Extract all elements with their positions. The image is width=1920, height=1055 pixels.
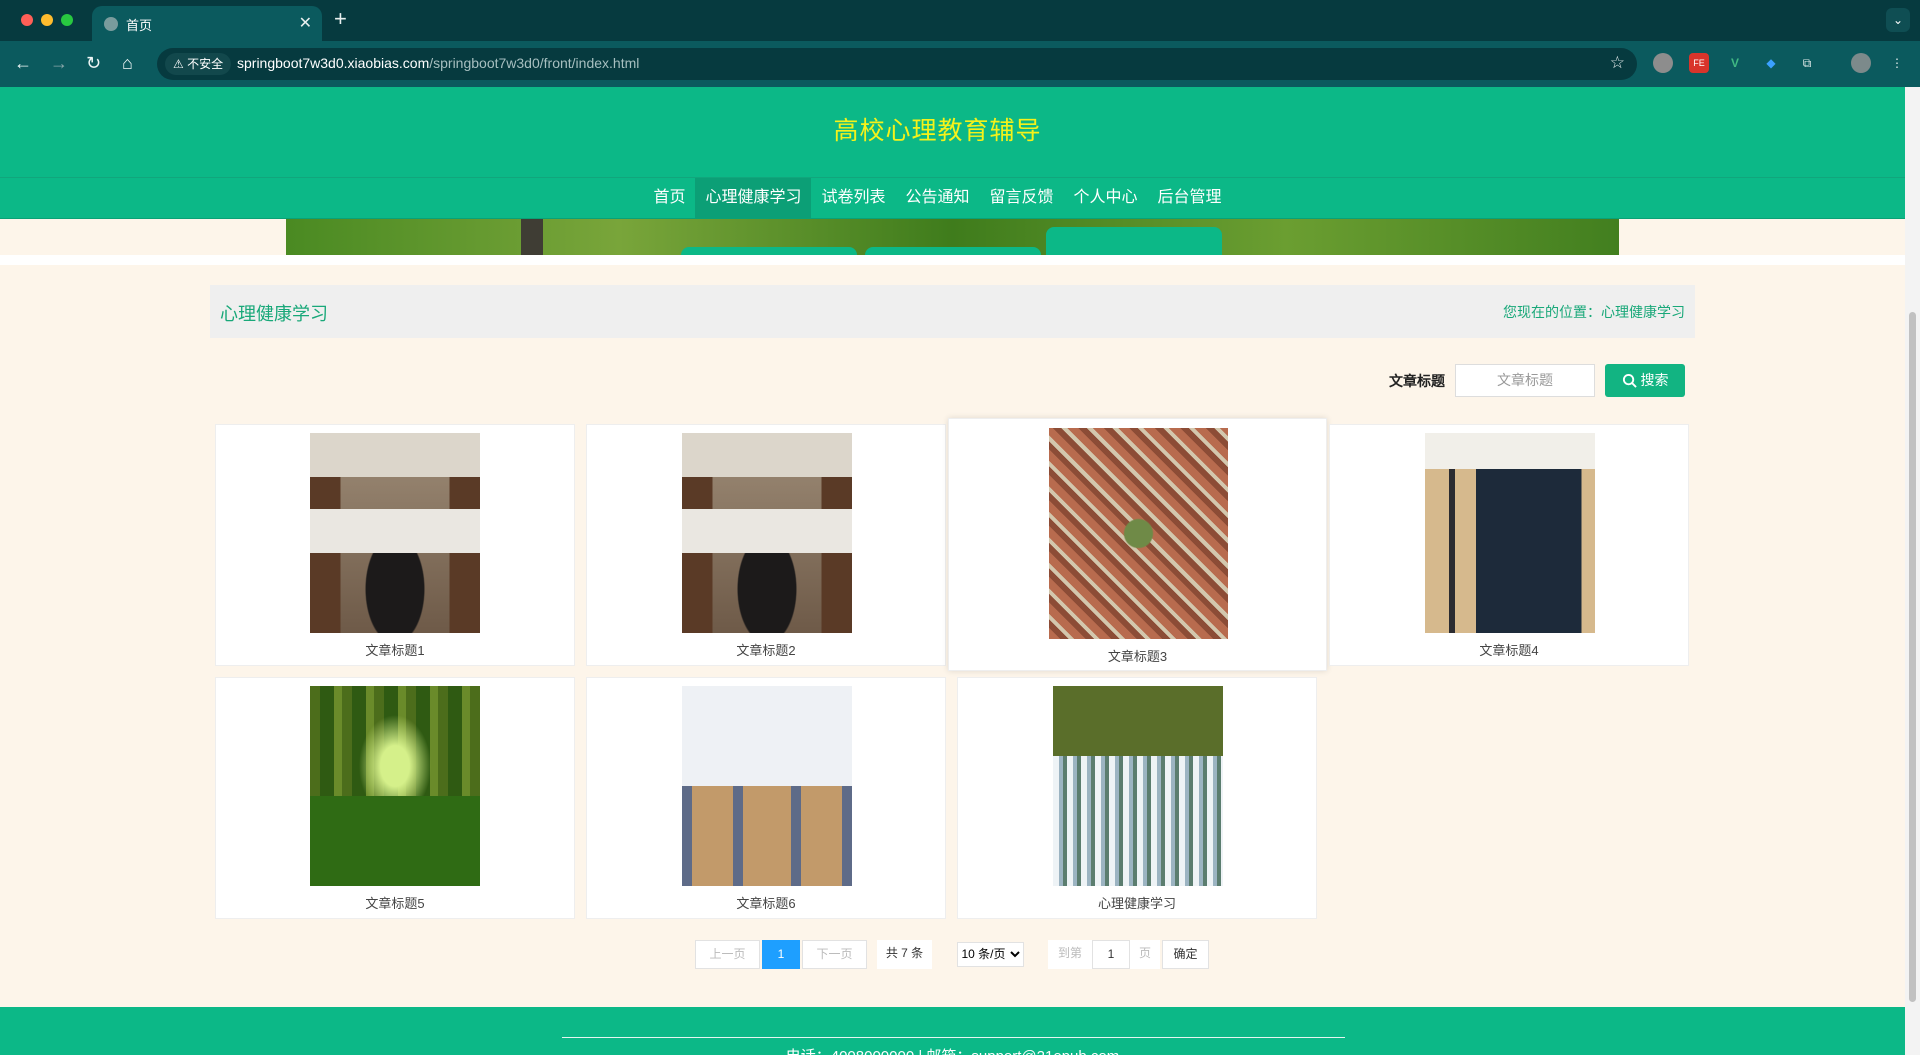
tab-title: 首页	[126, 18, 153, 33]
window-close-button[interactable]	[21, 14, 33, 26]
article-title[interactable]: 文章标题2	[587, 640, 945, 659]
banner-image	[286, 219, 1619, 255]
footer-divider	[562, 1037, 1345, 1038]
scrollbar-thumb[interactable]	[1909, 312, 1916, 1002]
extension-vue-icon[interactable]: V	[1725, 53, 1745, 73]
page-title: 心理健康学习	[220, 304, 328, 324]
bookmark-star-icon[interactable]: ☆	[1610, 53, 1625, 73]
window-maximize-button[interactable]	[61, 14, 73, 26]
insecure-warning-badge[interactable]: ⚠ 不安全	[165, 53, 232, 75]
article-thumbnail[interactable]	[1425, 433, 1595, 633]
globe-icon	[104, 17, 118, 31]
home-icon[interactable]: ⌂	[122, 52, 133, 74]
url-path: /springboot7w3d0/front/index.html	[429, 55, 640, 71]
footer-contact: 电话：4008000000 | 邮箱：support@21epub.com	[0, 1045, 1905, 1055]
browser-menu-icon[interactable]: ⋮	[1887, 53, 1907, 73]
breadcrumb-bar: 心理健康学习 您现在的位置：心理健康学习	[210, 285, 1695, 338]
site-footer: 电话：4008000000 | 邮箱：support@21epub.com	[0, 1007, 1905, 1055]
site-title: 高校心理教育辅导	[833, 117, 1042, 145]
page-number-current[interactable]: 1	[762, 940, 800, 969]
extension-fe-icon[interactable]: FE	[1689, 53, 1709, 73]
article-thumbnail[interactable]	[310, 433, 480, 633]
banner-tab-shape	[1046, 227, 1222, 255]
banner-tree-trunk	[521, 219, 543, 255]
banner-tab-shape	[681, 247, 857, 255]
breadcrumb[interactable]: 您现在的位置：心理健康学习	[1503, 302, 1685, 322]
new-tab-plus-icon[interactable]: +	[334, 7, 347, 31]
search-button-label: 搜索	[1640, 372, 1669, 388]
nav-item-admin[interactable]: 后台管理	[1148, 178, 1232, 218]
next-page-button[interactable]: 下一页	[802, 940, 867, 969]
extension-icon-1[interactable]	[1653, 53, 1673, 73]
nav-item-exam-list[interactable]: 试卷列表	[811, 178, 895, 218]
search-label: 文章标题	[1389, 373, 1445, 389]
article-title[interactable]: 文章标题1	[216, 640, 574, 659]
url-text[interactable]: springboot7w3d0.xiaobias.com/springboot7…	[237, 55, 639, 71]
banner-tab-shape	[865, 247, 1041, 255]
goto-page-input[interactable]: 1	[1092, 940, 1130, 969]
site-header: 高校心理教育辅导	[0, 87, 1905, 177]
prev-page-button[interactable]: 上一页	[695, 940, 760, 969]
article-thumbnail[interactable]	[310, 686, 480, 886]
page-unit-label: 页	[1130, 940, 1160, 969]
article-title[interactable]: 文章标题6	[587, 893, 945, 912]
article-title[interactable]: 文章标题3	[949, 646, 1326, 665]
nav-item-home[interactable]: 首页	[643, 178, 695, 218]
article-card[interactable]: 心理健康学习	[957, 677, 1317, 919]
total-count: 共 7 条	[877, 940, 932, 969]
address-bar[interactable]: ⚠ 不安全 springboot7w3d0.xiaobias.com/sprin…	[157, 48, 1637, 80]
page-scrollbar[interactable]	[1905, 87, 1920, 1055]
nav-item-feedback[interactable]: 留言反馈	[980, 178, 1064, 218]
search-icon	[1622, 373, 1637, 388]
article-card[interactable]: 文章标题4	[1329, 424, 1689, 666]
article-thumbnail[interactable]	[1049, 428, 1228, 639]
article-card[interactable]: 文章标题2	[586, 424, 946, 666]
browser-tab[interactable]: 首页 ✕	[92, 6, 322, 41]
article-title[interactable]: 文章标题5	[216, 893, 574, 912]
banner-divider	[0, 255, 1905, 265]
profile-avatar[interactable]	[1851, 53, 1871, 73]
nav-item-mental-health-study[interactable]: 心理健康学习	[695, 178, 812, 218]
article-card[interactable]: 文章标题1	[215, 424, 575, 666]
article-thumbnail[interactable]	[1053, 686, 1223, 886]
article-title[interactable]: 文章标题4	[1330, 640, 1688, 659]
extensions-puzzle-icon[interactable]: ⧉	[1797, 53, 1817, 73]
reload-icon[interactable]: ↻	[86, 52, 101, 74]
goto-label: 到第	[1048, 940, 1092, 969]
article-thumbnail[interactable]	[682, 433, 852, 633]
article-card[interactable]: 文章标题5	[215, 677, 575, 919]
extension-pin-icon[interactable]: ◆	[1761, 53, 1781, 73]
search-button[interactable]: 搜索	[1605, 364, 1685, 397]
nav-item-announcements[interactable]: 公告通知	[895, 178, 979, 218]
url-host: springboot7w3d0.xiaobias.com	[237, 55, 430, 71]
goto-confirm-button[interactable]: 确定	[1162, 940, 1209, 969]
article-title[interactable]: 心理健康学习	[958, 893, 1316, 912]
main-nav: 首页 心理健康学习 试卷列表 公告通知 留言反馈 个人中心 后台管理	[0, 177, 1905, 219]
browser-toolbar: ← → ↻ ⌂ ⚠ 不安全 springboot7w3d0.xiaobias.c…	[0, 41, 1920, 87]
search-input[interactable]: 文章标题	[1455, 364, 1595, 397]
article-card[interactable]: 文章标题3	[948, 418, 1327, 671]
article-card[interactable]: 文章标题6	[586, 677, 946, 919]
nav-item-personal-center[interactable]: 个人中心	[1064, 178, 1148, 218]
page-size-select-wrap: 10 条/页	[952, 941, 1028, 970]
browser-tab-strip: 首页 ✕ + ⌄	[0, 0, 1920, 41]
window-minimize-button[interactable]	[41, 14, 53, 26]
article-thumbnail[interactable]	[682, 686, 852, 886]
forward-arrow-icon[interactable]: →	[50, 52, 68, 74]
page-size-select[interactable]: 10 条/页	[956, 941, 1024, 967]
tab-search-chevron-icon[interactable]: ⌄	[1886, 8, 1910, 32]
back-arrow-icon[interactable]: ←	[14, 52, 32, 74]
close-icon[interactable]: ✕	[299, 13, 312, 33]
